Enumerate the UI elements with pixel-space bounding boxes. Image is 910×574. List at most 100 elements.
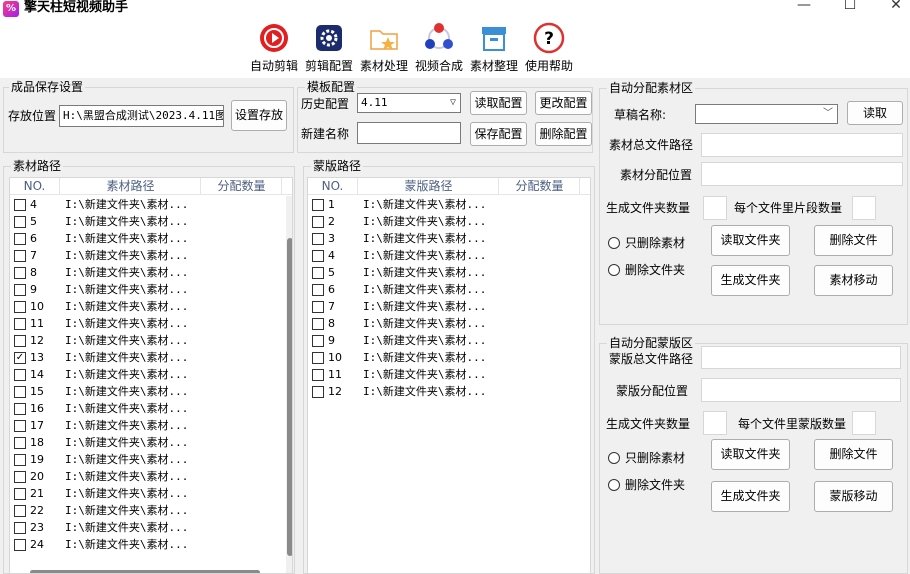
table-row[interactable]: 7 I:\新建文件夹\素材... — [308, 298, 590, 315]
toolbar-material-process[interactable]: 素材处理 — [356, 22, 412, 78]
material-gen-folder-button[interactable]: 生成文件夹 — [711, 265, 790, 296]
row-checkbox[interactable] — [312, 250, 324, 262]
table-row[interactable]: 11 I:\新建文件夹\素材... — [308, 366, 590, 383]
table-row[interactable]: 14 I:\新建文件夹\素材... — [10, 366, 292, 383]
table-row[interactable]: 10 I:\新建文件夹\素材... — [10, 298, 292, 315]
new-name-input[interactable] — [357, 122, 461, 144]
table-row[interactable]: 18 I:\新建文件夹\素材... — [10, 434, 292, 451]
row-checkbox[interactable]: ✓ — [14, 352, 26, 364]
table-row[interactable]: 6 I:\新建文件夹\素材... — [308, 281, 590, 298]
row-checkbox[interactable] — [312, 199, 324, 211]
row-checkbox[interactable] — [14, 386, 26, 398]
table-row[interactable]: 5 I:\新建文件夹\素材... — [308, 264, 590, 281]
row-checkbox[interactable] — [14, 216, 26, 228]
template-gen-count-input[interactable] — [703, 411, 727, 435]
material-hscroll-thumb[interactable] — [30, 570, 260, 573]
table-row[interactable]: 4 I:\新建文件夹\素材... — [10, 196, 292, 213]
material-move-button[interactable]: 素材移动 — [814, 265, 893, 296]
table-row[interactable]: 2 I:\新建文件夹\素材... — [308, 213, 590, 230]
row-checkbox[interactable] — [312, 352, 324, 364]
update-config-button[interactable]: 更改配置 — [535, 91, 592, 115]
row-checkbox[interactable] — [14, 318, 26, 330]
material-delete-folder-radio[interactable] — [608, 264, 620, 276]
column-template-path[interactable]: 蒙版路径 — [359, 178, 499, 195]
table-row[interactable]: 21 I:\新建文件夹\素材... — [10, 485, 292, 502]
toolbar-video-merge[interactable]: 视频合成 — [411, 22, 467, 78]
table-row[interactable]: 12 I:\新建文件夹\素材... — [308, 383, 590, 400]
read-config-button[interactable]: 读取配置 — [470, 91, 527, 115]
row-checkbox[interactable] — [312, 233, 324, 245]
toolbar-edit-config[interactable]: 剪辑配置 — [301, 22, 357, 78]
row-checkbox[interactable] — [14, 488, 26, 500]
material-read-folder-button[interactable]: 读取文件夹 — [711, 225, 790, 256]
table-row[interactable]: 22 I:\新建文件夹\素材... — [10, 502, 292, 519]
row-checkbox[interactable] — [312, 301, 324, 313]
row-checkbox[interactable] — [312, 386, 324, 398]
table-row[interactable]: 9 I:\新建文件夹\素材... — [10, 281, 292, 298]
row-checkbox[interactable] — [14, 505, 26, 517]
row-checkbox[interactable] — [14, 437, 26, 449]
material-total-path-input[interactable] — [701, 133, 903, 157]
material-list[interactable]: NO. 素材路径 分配数量 4 I:\新建文件夹\素材... 5 I:\新建文件夹\素… — [9, 177, 293, 574]
table-row[interactable]: 12 I:\新建文件夹\素材... — [10, 332, 292, 349]
template-only-delete-radio[interactable] — [608, 452, 620, 464]
table-row[interactable]: 9 I:\新建文件夹\素材... — [308, 332, 590, 349]
row-checkbox[interactable] — [312, 284, 324, 296]
material-only-delete-radio[interactable] — [608, 237, 620, 249]
table-row[interactable]: 16 I:\新建文件夹\素材... — [10, 400, 292, 417]
template-per-count-input[interactable] — [852, 411, 876, 435]
table-row[interactable]: 10 I:\新建文件夹\素材... — [308, 349, 590, 366]
table-row[interactable]: 8 I:\新建文件夹\素材... — [10, 264, 292, 281]
table-row[interactable]: 17 I:\新建文件夹\素材... — [10, 417, 292, 434]
row-checkbox[interactable] — [312, 369, 324, 381]
column-material-path[interactable]: 素材路径 — [61, 178, 201, 195]
table-row[interactable]: 19 I:\新建文件夹\素材... — [10, 451, 292, 468]
table-row[interactable]: 15 I:\新建文件夹\素材... — [10, 383, 292, 400]
column-no[interactable]: NO. — [10, 178, 60, 195]
row-checkbox[interactable] — [14, 284, 26, 296]
row-checkbox[interactable] — [312, 267, 324, 279]
row-checkbox[interactable] — [14, 454, 26, 466]
template-delete-file-button[interactable]: 删除文件 — [814, 439, 893, 470]
table-row[interactable]: 23 I:\新建文件夹\素材... — [10, 519, 292, 536]
table-row[interactable]: 3 I:\新建文件夹\素材... — [308, 230, 590, 247]
column-assign-count[interactable]: 分配数量 — [202, 178, 282, 195]
template-move-button[interactable]: 蒙版移动 — [814, 481, 893, 512]
material-delete-file-button[interactable]: 删除文件 — [814, 225, 893, 256]
delete-config-button[interactable]: 删除配置 — [535, 122, 592, 146]
row-checkbox[interactable] — [14, 539, 26, 551]
template-total-path-input[interactable] — [701, 346, 901, 369]
table-row[interactable]: 6 I:\新建文件夹\素材... — [10, 230, 292, 247]
material-per-count-input[interactable] — [852, 196, 876, 220]
draft-read-button[interactable]: 读取 — [847, 101, 903, 125]
toolbar-help[interactable]: ? 使用帮助 — [521, 22, 577, 78]
column-no[interactable]: NO. — [308, 178, 358, 195]
table-row[interactable]: ✓ 13 I:\新建文件夹\素材... — [10, 349, 292, 366]
table-row[interactable]: 4 I:\新建文件夹\素材... — [308, 247, 590, 264]
row-checkbox[interactable] — [14, 267, 26, 279]
row-checkbox[interactable] — [14, 420, 26, 432]
row-checkbox[interactable] — [14, 403, 26, 415]
row-checkbox[interactable] — [14, 199, 26, 211]
toolbar-auto-edit[interactable]: 自动剪辑 — [246, 22, 302, 78]
material-assign-pos-input[interactable] — [701, 162, 903, 186]
material-scrollbar-thumb[interactable] — [287, 238, 292, 556]
row-checkbox[interactable] — [14, 335, 26, 347]
maximize-button[interactable]: ☐ — [830, 0, 870, 14]
row-checkbox[interactable] — [14, 522, 26, 534]
table-row[interactable]: 20 I:\新建文件夹\素材... — [10, 468, 292, 485]
history-select[interactable]: 4.11 ▽ — [357, 93, 461, 113]
toolbar-material-organize[interactable]: 素材整理 — [466, 22, 522, 78]
column-assign-count[interactable]: 分配数量 — [500, 178, 580, 195]
template-assign-pos-input[interactable] — [701, 378, 901, 402]
row-checkbox[interactable] — [14, 301, 26, 313]
template-read-folder-button[interactable]: 读取文件夹 — [711, 439, 790, 470]
row-checkbox[interactable] — [14, 369, 26, 381]
table-row[interactable]: 11 I:\新建文件夹\素材... — [10, 315, 292, 332]
template-delete-folder-radio[interactable] — [608, 479, 620, 491]
row-checkbox[interactable] — [14, 471, 26, 483]
row-checkbox[interactable] — [312, 216, 324, 228]
table-row[interactable]: 24 I:\新建文件夹\素材... — [10, 536, 292, 553]
table-row[interactable]: 8 I:\新建文件夹\素材... — [308, 315, 590, 332]
close-button[interactable]: ✕ — [876, 0, 910, 14]
